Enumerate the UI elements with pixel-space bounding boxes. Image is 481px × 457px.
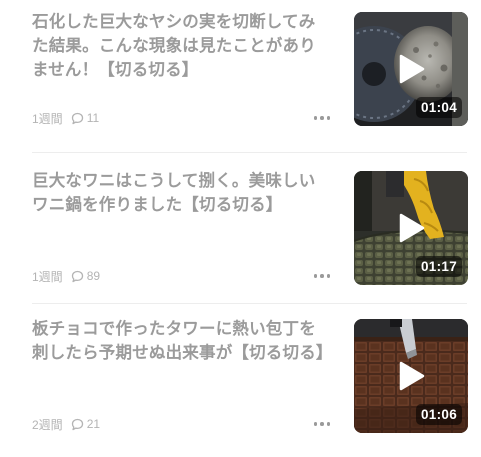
video-title[interactable]: 石化した巨大なヤシの実を切断してみた結果。こんな現象は見たことがありません！【切…	[32, 10, 332, 82]
post-age: 1週間	[32, 111, 63, 126]
video-meta: 1週間 11	[32, 110, 99, 126]
video-thumbnail[interactable]: 01:04	[354, 12, 468, 126]
more-dots-icon	[313, 274, 318, 278]
video-duration: 01:04	[415, 97, 462, 118]
more-options-button[interactable]	[308, 268, 336, 284]
post-age: 2週間	[32, 417, 63, 432]
speech-bubble-icon	[71, 418, 83, 430]
comment-count: 21	[86, 417, 101, 431]
play-icon	[399, 213, 425, 243]
video-title[interactable]: 巨大なワニはこうして捌く。美味しいワニ鍋を作りました【切る切る】	[32, 169, 332, 217]
video-meta: 2週間 21	[32, 416, 100, 432]
more-dots-icon	[313, 422, 318, 426]
more-options-button[interactable]	[308, 110, 336, 126]
video-duration: 01:06	[415, 404, 462, 425]
feed-item[interactable]: 石化した巨大なヤシの実を切断してみた結果。こんな現象は見たことがありません！【切…	[0, 0, 481, 152]
video-thumbnail[interactable]: 01:06	[354, 319, 468, 433]
play-icon	[399, 361, 425, 391]
feed-item[interactable]: 板チョコで作ったタワーに熱い包丁を刺したら予期せぬ出来事が【切る切る】 2週間 …	[0, 304, 481, 457]
speech-bubble-icon	[71, 112, 83, 124]
video-title[interactable]: 板チョコで作ったタワーに熱い包丁を刺したら予期せぬ出来事が【切る切る】	[32, 317, 332, 365]
comment-count: 89	[86, 269, 101, 283]
play-icon	[399, 54, 425, 84]
speech-bubble-icon	[71, 270, 83, 282]
video-thumbnail[interactable]: 01:17	[354, 171, 468, 285]
more-options-button[interactable]	[308, 416, 336, 432]
video-feed: 石化した巨大なヤシの実を切断してみた結果。こんな現象は見たことがありません！【切…	[0, 0, 481, 457]
video-meta: 1週間 89	[32, 268, 100, 284]
post-age: 1週間	[32, 269, 63, 284]
more-dots-icon	[313, 116, 318, 120]
feed-item[interactable]: 巨大なワニはこうして捌く。美味しいワニ鍋を作りました【切る切る】 1週間 89	[0, 153, 481, 303]
video-duration: 01:17	[415, 256, 462, 277]
comment-count: 11	[86, 111, 100, 125]
